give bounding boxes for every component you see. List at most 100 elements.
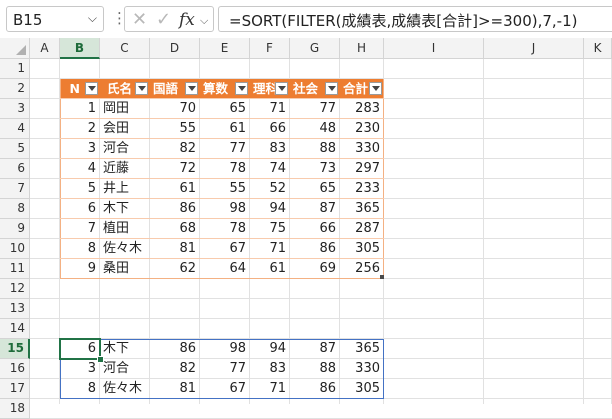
table-cell[interactable]: 7 <box>60 219 100 239</box>
filter-dropdown-icon[interactable] <box>185 82 198 95</box>
column-header-a[interactable]: A <box>30 38 60 59</box>
table-cell[interactable]: 桑田 <box>100 259 150 279</box>
table-cell[interactable]: 330 <box>340 139 384 159</box>
row-header-4[interactable]: 4 <box>0 119 30 139</box>
filter-dropdown-icon[interactable] <box>135 82 148 95</box>
table-cell[interactable]: 77 <box>290 99 340 119</box>
table-cell[interactable]: 6 <box>60 199 100 219</box>
table-cell[interactable]: 230 <box>340 119 384 139</box>
table-cell[interactable]: 河合 <box>100 139 150 159</box>
table-cell[interactable]: 78 <box>200 219 250 239</box>
table-resize-handle[interactable] <box>380 275 384 279</box>
table-cell[interactable]: 283 <box>340 99 384 119</box>
table-cell[interactable]: 287 <box>340 219 384 239</box>
table-cell[interactable]: 52 <box>250 179 290 199</box>
filter-dropdown-icon[interactable] <box>325 82 338 95</box>
worksheet-grid[interactable]: A B C D E F G H I J K 1 2 3 4 5 6 7 8 9 10 11 12 13 14 15 16 17 18 N 氏… <box>0 38 612 419</box>
table-cell[interactable]: 木下 <box>100 199 150 219</box>
formula-input[interactable]: =SORT(FILTER(成績表,成績表[合計]>=300),7,-1) <box>218 6 612 32</box>
row-header-3[interactable]: 3 <box>0 99 30 119</box>
table-cell[interactable]: 68 <box>150 219 200 239</box>
row-header-14[interactable]: 14 <box>0 319 30 339</box>
table-cell[interactable]: 86 <box>290 239 340 259</box>
table-cell[interactable]: 67 <box>200 239 250 259</box>
table-cell[interactable]: 297 <box>340 159 384 179</box>
filter-dropdown-icon[interactable] <box>85 82 98 95</box>
table-cell[interactable]: 5 <box>60 179 100 199</box>
table-cell[interactable]: 78 <box>200 159 250 179</box>
table-cell[interactable]: 77 <box>200 139 250 159</box>
column-header-f[interactable]: F <box>250 38 290 59</box>
row-header-11[interactable]: 11 <box>0 259 30 279</box>
table-cell[interactable]: 73 <box>290 159 340 179</box>
table-cell[interactable]: 会田 <box>100 119 150 139</box>
row-header-7[interactable]: 7 <box>0 179 30 199</box>
column-header-e[interactable]: E <box>200 38 250 59</box>
chevron-down-icon[interactable]: ⌵ <box>88 11 97 26</box>
select-all-button[interactable] <box>0 38 30 59</box>
table-cell[interactable]: 65 <box>200 99 250 119</box>
column-header-d[interactable]: D <box>150 38 200 59</box>
table-cell[interactable]: 233 <box>340 179 384 199</box>
row-header-2[interactable]: 2 <box>0 79 30 99</box>
table-cell[interactable]: 83 <box>250 139 290 159</box>
table-cell[interactable]: 66 <box>290 219 340 239</box>
row-header-10[interactable]: 10 <box>0 239 30 259</box>
column-header-h[interactable]: H <box>340 38 384 59</box>
table-cell[interactable]: 1 <box>60 99 100 119</box>
table-cell[interactable]: 88 <box>290 139 340 159</box>
table-cell[interactable]: 4 <box>60 159 100 179</box>
table-cell[interactable]: 55 <box>150 119 200 139</box>
table-cell[interactable]: 71 <box>250 239 290 259</box>
table-cell[interactable]: 64 <box>200 259 250 279</box>
table-cell[interactable]: 61 <box>250 259 290 279</box>
chevron-down-icon[interactable]: ⌵ <box>200 14 208 28</box>
column-header-b[interactable]: B <box>60 38 100 59</box>
table-cell[interactable]: 61 <box>200 119 250 139</box>
cancel-icon[interactable]: ✕ <box>132 9 147 30</box>
column-header-j[interactable]: J <box>484 38 584 59</box>
table-cell[interactable]: 305 <box>340 239 384 259</box>
table-cell[interactable]: 365 <box>340 199 384 219</box>
fill-handle[interactable] <box>97 356 104 363</box>
row-header-5[interactable]: 5 <box>0 139 30 159</box>
table-cell[interactable]: 98 <box>200 199 250 219</box>
row-header-8[interactable]: 8 <box>0 199 30 219</box>
table-cell[interactable]: 71 <box>250 99 290 119</box>
insert-function-icon[interactable]: fx <box>179 10 195 30</box>
row-header-15[interactable]: 15 <box>0 339 30 359</box>
table-cell[interactable]: 2 <box>60 119 100 139</box>
table-cell[interactable]: 87 <box>290 199 340 219</box>
table-cell[interactable]: 岡田 <box>100 99 150 119</box>
column-header-c[interactable]: C <box>100 38 150 59</box>
table-cell[interactable]: 72 <box>150 159 200 179</box>
table-cell[interactable]: 3 <box>60 139 100 159</box>
table-cell[interactable]: 70 <box>150 99 200 119</box>
table-cell[interactable]: 61 <box>150 179 200 199</box>
filter-dropdown-icon[interactable] <box>235 82 248 95</box>
table-cell[interactable]: 9 <box>60 259 100 279</box>
row-header-1[interactable]: 1 <box>0 59 30 79</box>
table-cell[interactable]: 66 <box>250 119 290 139</box>
table-cell[interactable]: 69 <box>290 259 340 279</box>
row-header-17[interactable]: 17 <box>0 379 30 399</box>
table-cell[interactable]: 256 <box>340 259 384 279</box>
table-cell[interactable]: 81 <box>150 239 200 259</box>
row-header-12[interactable]: 12 <box>0 279 30 299</box>
enter-icon[interactable]: ✓ <box>156 9 171 30</box>
column-header-i[interactable]: I <box>384 38 484 59</box>
row-header-13[interactable]: 13 <box>0 299 30 319</box>
table-cell[interactable]: 86 <box>150 199 200 219</box>
table-cell[interactable]: 55 <box>200 179 250 199</box>
column-header-k[interactable]: K <box>584 38 612 59</box>
table-cell[interactable]: 74 <box>250 159 290 179</box>
table-cell[interactable]: 65 <box>290 179 340 199</box>
row-header-9[interactable]: 9 <box>0 219 30 239</box>
row-header-18[interactable]: 18 <box>0 399 30 419</box>
table-cell[interactable]: 佐々木 <box>100 239 150 259</box>
column-header-g[interactable]: G <box>290 38 340 59</box>
row-header-16[interactable]: 16 <box>0 359 30 379</box>
row-header-6[interactable]: 6 <box>0 159 30 179</box>
table-cell[interactable]: 井上 <box>100 179 150 199</box>
table-cell[interactable]: 48 <box>290 119 340 139</box>
